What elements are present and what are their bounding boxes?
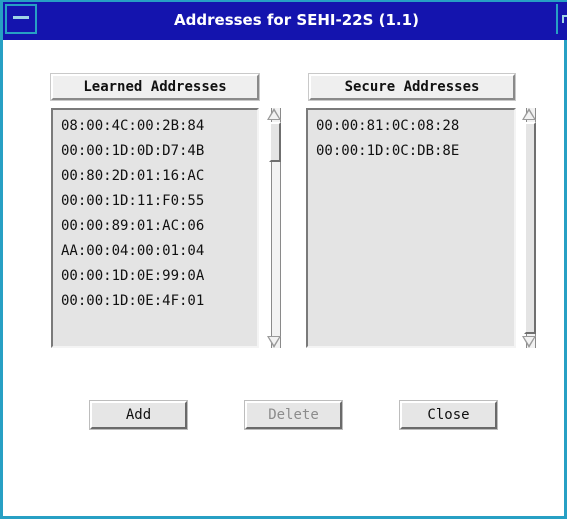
close-button[interactable]: Close xyxy=(400,401,497,429)
learned-address-item[interactable]: AA:00:04:00:01:04 xyxy=(61,239,257,264)
scrollbar-thumb[interactable] xyxy=(524,122,536,334)
learned-address-item[interactable]: 08:00:4C:00:2B:84 xyxy=(61,114,257,139)
arrow-down-icon[interactable] xyxy=(267,336,281,348)
learned-address-item[interactable]: 00:00:1D:0D:D7:4B xyxy=(61,139,257,164)
learned-addresses-list[interactable]: 08:00:4C:00:2B:84 00:00:1D:0D:D7:4B 00:8… xyxy=(51,108,259,348)
arrow-down-icon[interactable] xyxy=(522,336,536,348)
scrollbar-thumb[interactable] xyxy=(269,122,281,162)
delete-button[interactable]: Delete xyxy=(245,401,342,429)
learned-address-item[interactable]: 00:00:89:01:AC:06 xyxy=(61,214,257,239)
secure-addresses-header: Secure Addresses xyxy=(309,74,515,100)
learned-addresses-header: Learned Addresses xyxy=(51,74,259,100)
learned-address-item[interactable]: 00:80:2D:01:16:AC xyxy=(61,164,257,189)
learned-address-item[interactable]: 00:00:1D:0E:99:0A xyxy=(61,264,257,289)
learned-list-scrollbar[interactable] xyxy=(265,108,283,348)
learned-address-item[interactable]: 00:00:1D:0E:4F:01 xyxy=(61,289,257,314)
maximize-button[interactable] xyxy=(556,4,567,34)
window-menu-button[interactable] xyxy=(5,4,37,34)
maximize-icon xyxy=(562,15,567,23)
arrow-up-icon[interactable] xyxy=(267,108,281,120)
arrow-up-icon[interactable] xyxy=(522,108,536,120)
window-menu-icon xyxy=(13,16,29,19)
secure-address-item[interactable]: 00:00:1D:0C:DB:8E xyxy=(316,139,514,164)
add-button[interactable]: Add xyxy=(90,401,187,429)
title-bar[interactable]: Addresses for SEHI-22S (1.1) xyxy=(3,0,567,40)
secure-address-item[interactable]: 00:00:81:0C:08:28 xyxy=(316,114,514,139)
secure-addresses-list[interactable]: 00:00:81:0C:08:28 00:00:1D:0C:DB:8E xyxy=(306,108,516,348)
addresses-dialog: Addresses for SEHI-22S (1.1) Learned Add… xyxy=(0,0,567,519)
secure-list-scrollbar[interactable] xyxy=(520,108,538,348)
learned-address-item[interactable]: 00:00:1D:11:F0:55 xyxy=(61,189,257,214)
window-title: Addresses for SEHI-22S (1.1) xyxy=(174,11,419,29)
